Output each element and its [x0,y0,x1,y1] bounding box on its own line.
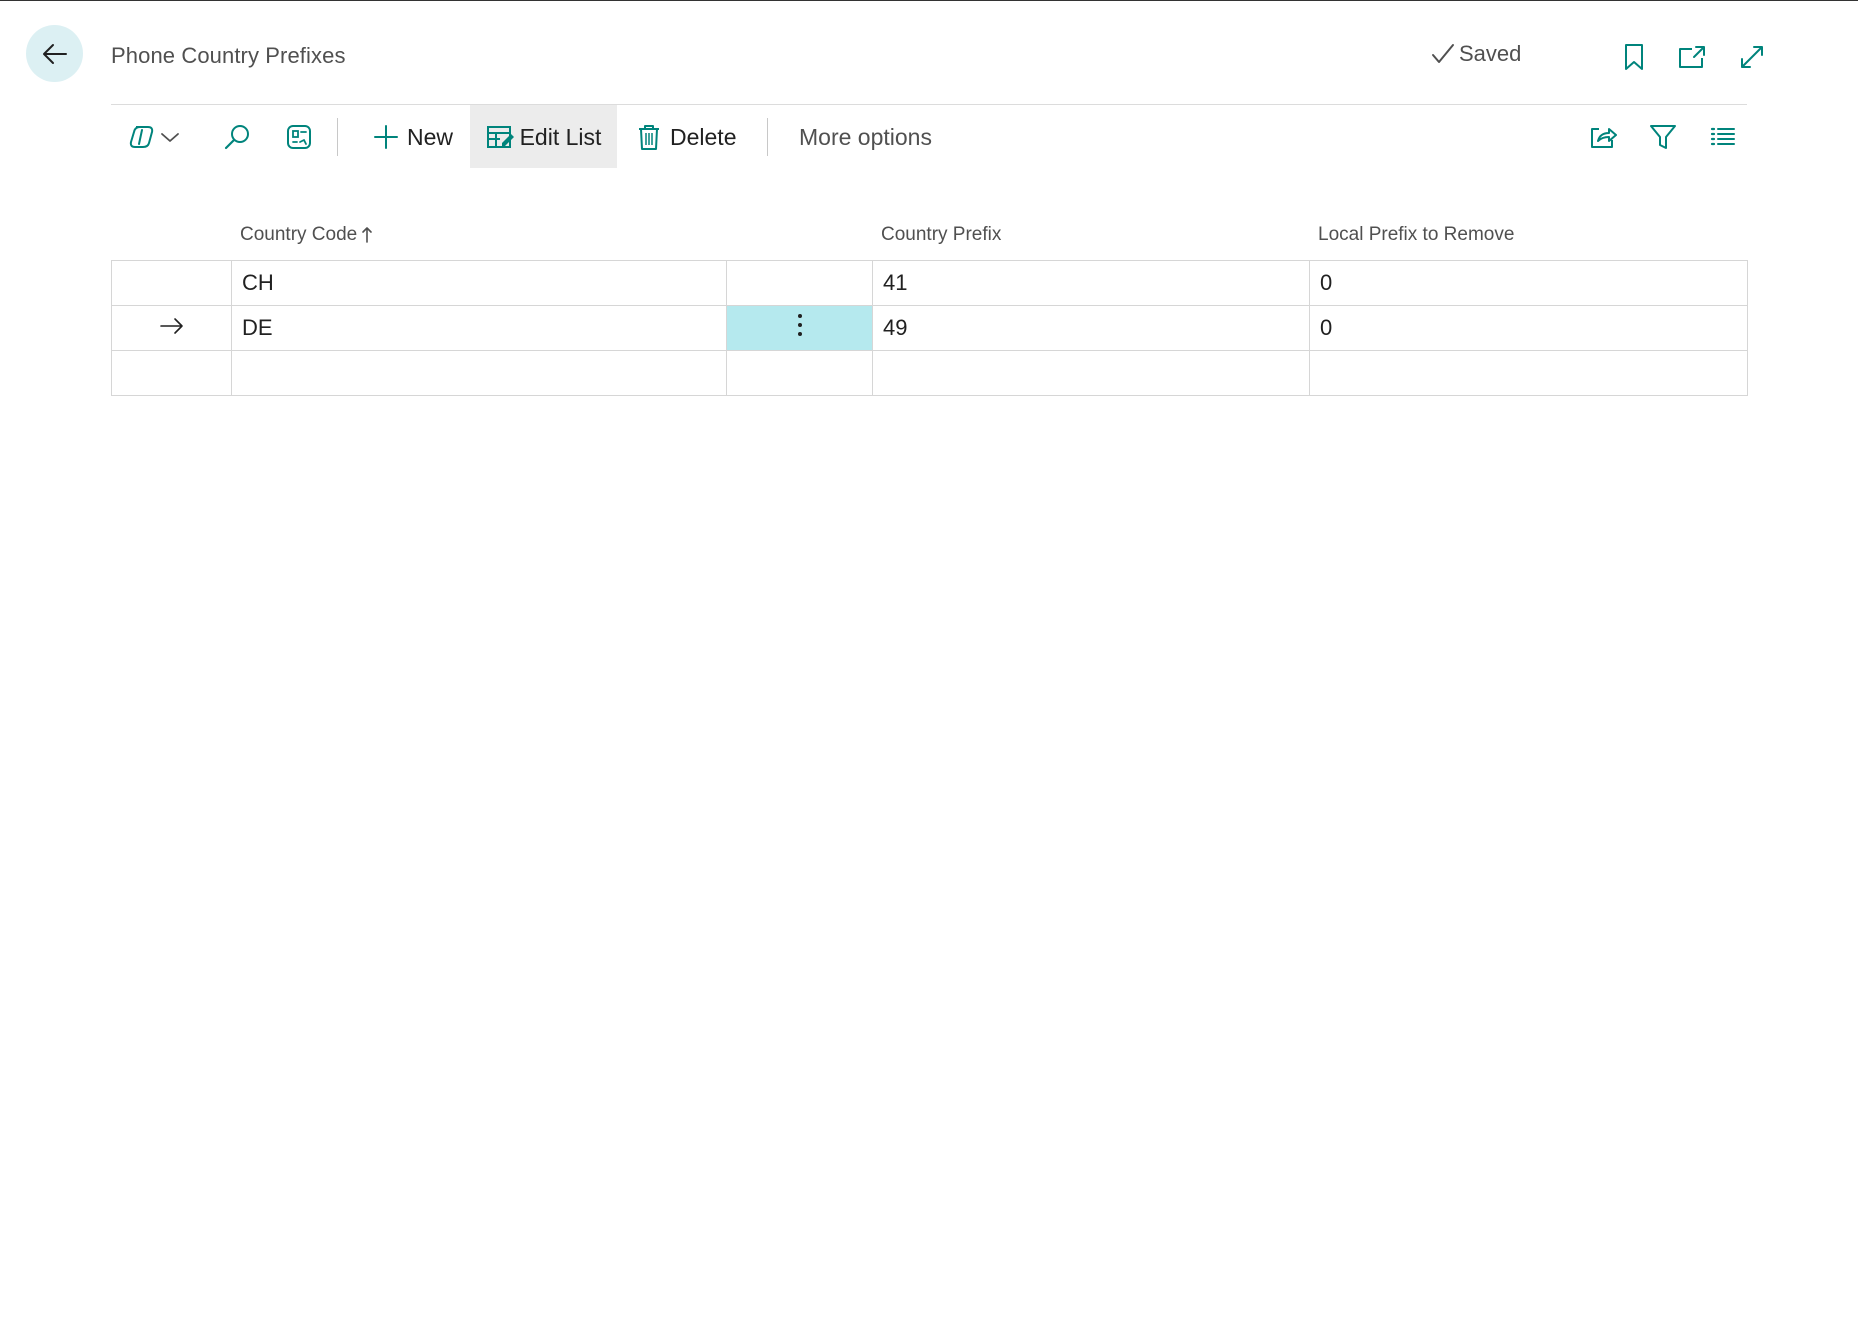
cell-country-code[interactable] [231,350,727,396]
cell-country-prefix[interactable]: 41 [872,260,1310,306]
copilot-icon [129,126,154,148]
delete-button[interactable]: Delete [629,105,744,169]
header-actions: Saved [1388,39,1858,75]
trash-icon [639,125,659,150]
row-indicator [111,350,232,396]
saved-label: Saved [1459,41,1522,66]
saved-status: Saved [1431,41,1521,67]
share-button[interactable] [1581,105,1625,169]
column-header-country-code[interactable]: Country Code [240,224,373,246]
column-header-country-prefix[interactable]: Country Prefix [881,224,1001,246]
row-indicator [111,305,232,351]
row-actions-cell[interactable] [726,350,873,396]
filter-icon [1650,125,1676,149]
row-actions-cell[interactable] [726,305,873,351]
sort-ascending-icon [362,227,373,243]
copilot-button[interactable] [128,105,188,169]
analysis-button[interactable] [277,105,321,169]
cell-local-prefix[interactable]: 0 [1309,260,1748,306]
arrow-right-icon [159,318,183,334]
edit-list-button[interactable]: Edit List [470,105,617,169]
column-header-local-prefix[interactable]: Local Prefix to Remove [1318,224,1514,246]
delete-label: Delete [670,123,737,150]
new-label: New [407,123,454,150]
data-table: CH 41 0 DE 49 0 [111,260,1748,396]
open-new-window-icon[interactable] [1674,39,1710,75]
cell-country-code[interactable]: DE [231,305,727,351]
edit-list-icon [486,126,514,148]
cell-country-prefix[interactable] [872,350,1310,396]
plus-icon [374,125,398,149]
back-button[interactable] [26,25,83,82]
list-grid: Country Code Country Prefix Local Prefix… [111,168,1748,1296]
list-view-button[interactable] [1701,105,1745,169]
column-header-label: Country Prefix [881,224,1002,245]
bookmark-icon[interactable] [1616,39,1652,75]
list-view-icon [1710,127,1735,146]
action-toolbar: New Edit List Delete More options [111,104,1747,170]
edit-list-label: Edit List [519,123,602,150]
row-indicator [111,260,232,306]
filter-button[interactable] [1641,105,1685,169]
share-icon [1591,128,1617,148]
arrow-left-icon [42,43,67,64]
toolbar-divider [337,118,338,156]
cell-local-prefix[interactable] [1309,350,1748,396]
table-row-new[interactable] [111,350,1748,396]
chevron-down-icon [161,133,179,142]
search-icon [224,125,249,150]
search-button[interactable] [215,105,259,169]
table-row[interactable]: CH 41 0 [111,260,1748,306]
expand-icon[interactable] [1734,39,1770,75]
cell-country-code[interactable]: CH [231,260,727,306]
cell-local-prefix[interactable]: 0 [1309,305,1748,351]
checkmark-icon [1432,44,1454,63]
cell-country-prefix[interactable]: 49 [872,305,1310,351]
row-actions-cell[interactable] [726,260,873,306]
column-header-label: Local Prefix to Remove [1318,224,1515,245]
analysis-icon [287,125,311,149]
table-row-selected[interactable]: DE 49 0 [111,305,1748,351]
page-title: Phone Country Prefixes [111,43,346,68]
more-options-button[interactable]: More options [791,105,940,169]
new-button[interactable]: New [365,105,461,169]
more-options-label: More options [799,123,932,150]
toolbar-divider [767,118,768,156]
column-header-label: Country Code [240,224,358,245]
more-vertical-icon[interactable] [796,312,804,338]
